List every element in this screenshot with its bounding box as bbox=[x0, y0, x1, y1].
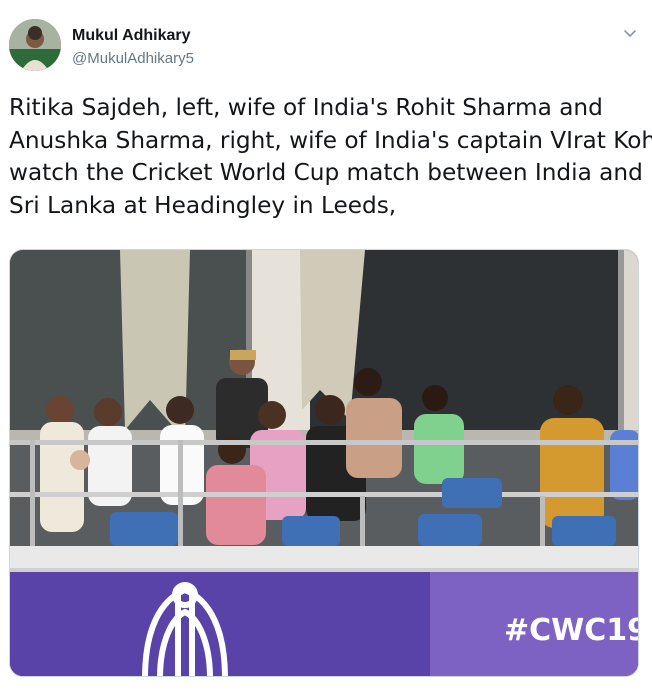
avatar[interactable] bbox=[9, 19, 61, 71]
tweet-text-line: Sri Lanka at Headingley in Leeds, bbox=[9, 191, 397, 219]
tweet-card: Mukul Adhikary @MukulAdhikary5 Ritika Sa… bbox=[0, 0, 652, 693]
stadium-photo: #CWC19 bbox=[10, 250, 639, 676]
tweet-text-line: watch the Cricket World Cup match betwee… bbox=[9, 159, 643, 186]
tweet-text-line: Anushka Sharma, right, wife of India's c… bbox=[9, 126, 652, 154]
avatar-image bbox=[9, 19, 61, 71]
user-handle[interactable]: @MukulAdhikary5 bbox=[72, 50, 194, 67]
display-name[interactable]: Mukul Adhikary bbox=[72, 27, 191, 45]
banner-hashtag: #CWC19 bbox=[504, 613, 639, 648]
chevron-down-icon[interactable] bbox=[620, 24, 640, 44]
tweet-text-line: Ritika Sajdeh, left, wife of India's Roh… bbox=[9, 94, 603, 121]
tweet-photo[interactable]: #CWC19 bbox=[9, 249, 639, 677]
tweet-text: Ritika Sajdeh, left, wife of India's Roh… bbox=[9, 92, 652, 222]
